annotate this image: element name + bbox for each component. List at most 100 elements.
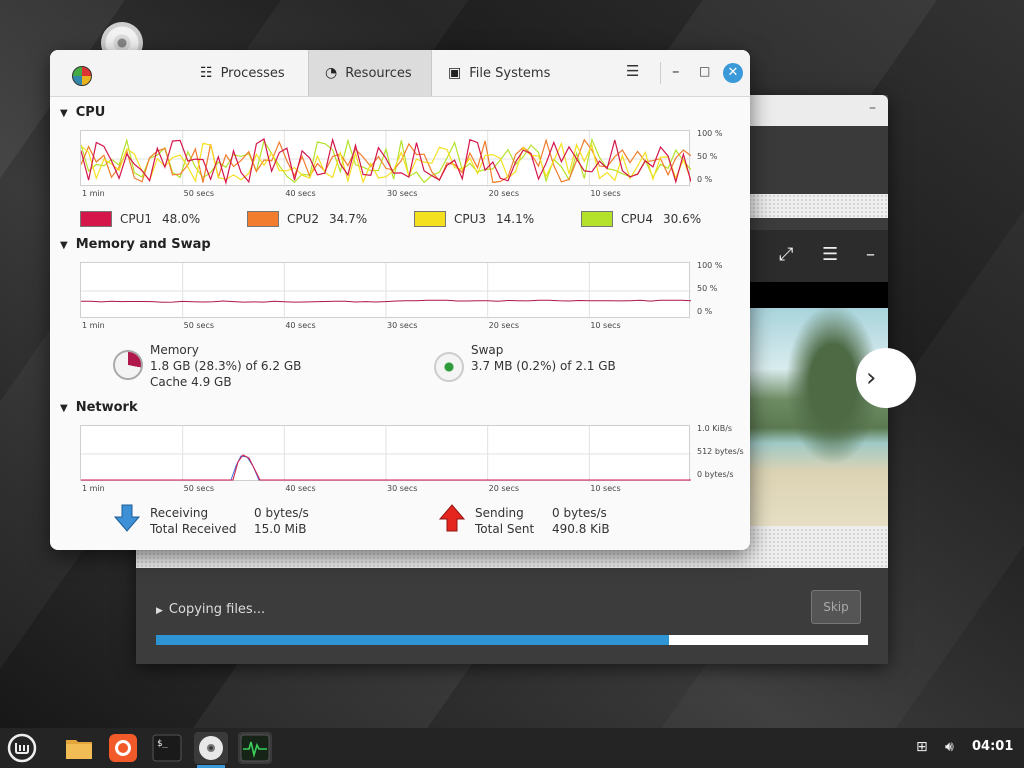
y-tick-label: 100 % <box>697 261 723 270</box>
sending-arrow-icon[interactable] <box>438 504 466 536</box>
memory-pie-icon[interactable] <box>113 350 143 380</box>
system-monitor-icon[interactable] <box>238 732 272 764</box>
cpu1-label: CPU1 <box>120 212 153 226</box>
x-tick-label: 10 secs <box>590 189 621 198</box>
memory-graph <box>80 262 691 319</box>
receiving-info: Receiving Total Received <box>150 505 236 537</box>
list-icon: ☷ <box>200 65 213 81</box>
expand-arrow-icon[interactable]: ▶ <box>156 606 163 616</box>
hamburger-menu-icon[interactable]: ☰ <box>626 62 639 80</box>
cpu2-value: 34.7% <box>329 212 368 226</box>
x-tick-label: 20 secs <box>488 484 520 493</box>
network-graph <box>80 425 691 482</box>
receiving-label: Receiving <box>150 506 209 520</box>
fullscreen-icon[interactable]: ⤢ <box>779 244 793 265</box>
memory-value: 1.8 GB (28.3%) of 6.2 GB <box>150 359 302 373</box>
app-icon <box>72 66 92 86</box>
collapse-arrow-icon: ▼ <box>60 240 68 251</box>
cpu-graph <box>80 130 691 187</box>
terminal-icon[interactable]: $_ <box>150 732 184 764</box>
x-tick-label: 10 secs <box>590 484 621 493</box>
total-received-label: Total Received <box>150 522 237 536</box>
firefox-icon[interactable] <box>106 732 140 764</box>
y-tick-label: 512 bytes/s <box>697 447 744 456</box>
memory-title: Memory and Swap <box>75 237 211 252</box>
y-tick-label: 50 % <box>697 284 718 293</box>
x-tick-label: 1 min <box>82 189 105 198</box>
slide-menu-icon[interactable]: ☰ <box>822 244 838 265</box>
total-sent-value: 490.8 KiB <box>552 522 610 536</box>
system-monitor-window: ☷ Processes ◔ Resources ▣ File Systems ☰… <box>50 50 750 550</box>
y-tick-label: 0 bytes/s <box>697 470 734 479</box>
svg-text:$_: $_ <box>157 739 168 749</box>
cpu2-label: CPU2 <box>287 212 320 226</box>
tab-resources-label: Resources <box>345 65 412 81</box>
tab-processes[interactable]: ☷ Processes <box>184 50 308 96</box>
x-tick-label: 50 secs <box>183 321 215 330</box>
tab-processes-label: Processes <box>220 65 285 81</box>
slide-photo <box>750 308 888 526</box>
total-sent-label: Total Sent <box>475 522 535 536</box>
swap-pie-icon[interactable] <box>434 352 464 382</box>
slide-next-icon[interactable]: › <box>856 348 916 408</box>
cpu4-swatch[interactable] <box>581 211 613 227</box>
slide-minimize-icon[interactable]: – <box>866 244 875 265</box>
x-tick-label: 40 secs <box>285 189 316 198</box>
cpu4-value: 30.6% <box>663 212 702 226</box>
volume-icon[interactable]: 🔊︎ <box>945 739 954 755</box>
sending-label: Sending <box>475 506 524 520</box>
skip-button[interactable]: Skip <box>811 590 861 624</box>
receiving-arrow-icon[interactable] <box>113 504 141 536</box>
maximize-icon[interactable]: □ <box>699 64 710 78</box>
sending-info: Sending Total Sent <box>475 505 534 537</box>
install-progress-bar <box>156 635 868 645</box>
clock[interactable]: 04:01 <box>972 739 1013 754</box>
disc-icon[interactable] <box>194 732 228 768</box>
disk-icon: ▣ <box>448 65 462 81</box>
cpu3-label: CPU3 <box>454 212 487 226</box>
cpu2-swatch[interactable] <box>247 211 279 227</box>
memory-section-header[interactable]: ▼ Memory and Swap <box>60 237 211 252</box>
tab-resources[interactable]: ◔ Resources <box>308 50 432 96</box>
swap-value: 3.7 MB (0.2%) of 2.1 GB <box>471 359 616 373</box>
network-section-header[interactable]: ▼ Network <box>60 400 138 415</box>
memory-label: Memory <box>150 343 199 357</box>
cpu1-value: 48.0% <box>162 212 201 226</box>
legend-cpu4[interactable]: CPU4 30.6% <box>581 211 701 227</box>
x-tick-label: 30 secs <box>387 484 418 493</box>
x-tick-label: 40 secs <box>285 321 316 330</box>
cpu1-swatch[interactable] <box>80 211 112 227</box>
network-icon[interactable]: ⊞ <box>916 739 928 755</box>
minimize-icon[interactable]: – <box>672 62 680 80</box>
memory-cache: Cache 4.9 GB <box>150 375 232 389</box>
cpu-title: CPU <box>75 105 106 120</box>
x-tick-label: 50 secs <box>183 484 215 493</box>
memory-info: Memory 1.8 GB (28.3%) of 6.2 GB Cache 4.… <box>150 342 301 390</box>
collapse-arrow-icon: ▼ <box>60 403 68 414</box>
legend-cpu1[interactable]: CPU1 48.0% <box>80 211 200 227</box>
network-title: Network <box>75 400 138 415</box>
y-tick-label: 1.0 KiB/s <box>697 424 733 433</box>
cpu3-value: 14.1% <box>496 212 535 226</box>
install-status[interactable]: ▶ Copying files... <box>156 602 265 617</box>
receiving-value: 0 bytes/s <box>254 506 309 520</box>
legend-cpu2[interactable]: CPU2 34.7% <box>247 211 367 227</box>
close-icon[interactable]: ✕ <box>723 63 743 83</box>
y-tick-label: 50 % <box>697 152 718 161</box>
sending-values: 0 bytes/s 490.8 KiB <box>552 505 610 537</box>
legend-cpu3[interactable]: CPU3 14.1% <box>414 211 534 227</box>
y-tick-label: 0 % <box>697 175 713 184</box>
taskbar: $_ ⊞ 🔊︎ 04:01 <box>0 728 1024 768</box>
files-icon[interactable] <box>62 732 96 764</box>
collapse-arrow-icon: ▼ <box>60 108 68 119</box>
menu-icon[interactable] <box>5 732 39 764</box>
install-status-text: Copying files... <box>168 602 266 617</box>
y-tick-label: 0 % <box>697 307 713 316</box>
cpu-section-header[interactable]: ▼ CPU <box>60 105 105 120</box>
x-tick-label: 20 secs <box>488 321 520 330</box>
x-tick-label: 30 secs <box>387 321 418 330</box>
tab-file-systems[interactable]: ▣ File Systems <box>432 50 572 96</box>
installer-minimize-icon[interactable]: – <box>869 100 876 116</box>
sending-value: 0 bytes/s <box>552 506 607 520</box>
cpu3-swatch[interactable] <box>414 211 446 227</box>
